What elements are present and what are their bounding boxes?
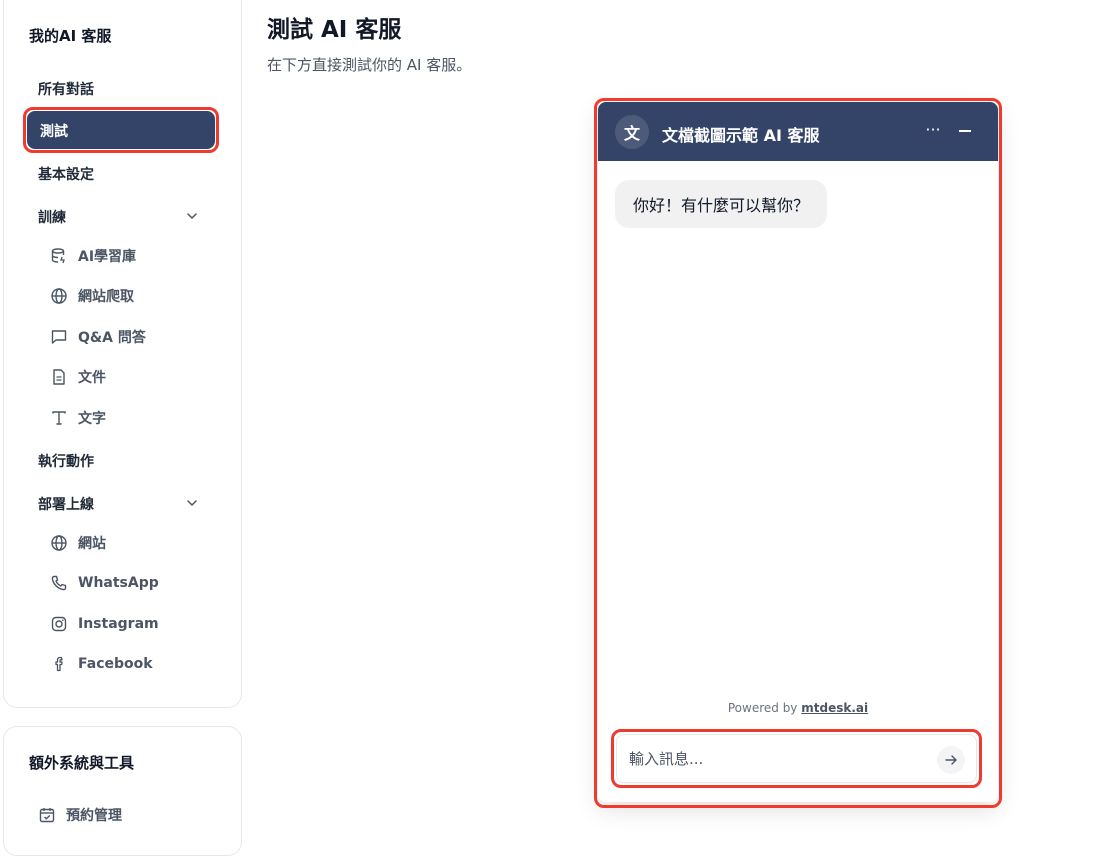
- sidebar-subitem-qa[interactable]: Q&A 問答: [50, 327, 146, 347]
- sidebar-item-all-conversations[interactable]: 所有對話: [38, 79, 94, 99]
- sidebar-subitem-label: Q&A 問答: [78, 330, 146, 346]
- sidebar-subitem-documents[interactable]: 文件: [50, 367, 106, 387]
- sidebar-subitem-instagram[interactable]: Instagram: [50, 614, 159, 634]
- extra-tools-title: 額外系統與工具: [29, 754, 135, 772]
- sidebar-subitem-facebook[interactable]: Facebook: [50, 654, 153, 674]
- sidebar-subitem-website[interactable]: 網站: [50, 533, 106, 553]
- sidebar-subitem-ai-library[interactable]: AI學習庫: [50, 246, 136, 266]
- sidebar-item-deploy[interactable]: 部署上線: [38, 494, 94, 514]
- phone-icon: [51, 575, 67, 591]
- sidebar-subitem-label: AI學習庫: [78, 249, 137, 265]
- database-icon: [51, 248, 65, 264]
- highlight-box: [611, 729, 982, 788]
- page-subtitle: 在下方直接測試你的 AI 客服。: [267, 56, 472, 74]
- extra-tools-card: 額外系統與工具: [3, 726, 242, 856]
- sidebar-subitem-label: 文件: [78, 370, 106, 386]
- sidebar-title: 我的AI 客服: [29, 27, 112, 45]
- sidebar-subitem-whatsapp[interactable]: WhatsApp: [50, 573, 159, 593]
- globe-icon: [51, 288, 67, 304]
- sidebar-subitem-label: WhatsApp: [78, 575, 159, 591]
- calendar-check-icon: [39, 808, 55, 823]
- sidebar-subitem-label: 網站爬取: [78, 289, 134, 305]
- facebook-icon: [55, 656, 63, 672]
- sidebar-item-booking[interactable]: 預約管理: [38, 805, 122, 825]
- sidebar-subitem-text[interactable]: 文字: [50, 408, 106, 428]
- page-title: 測試 AI 客服: [267, 17, 402, 43]
- sidebar-subitem-label: 網站: [78, 536, 106, 552]
- sidebar-item-label: 預約管理: [66, 808, 122, 824]
- document-icon: [53, 369, 65, 385]
- sidebar-item-training[interactable]: 訓練: [38, 207, 66, 227]
- highlight-box: [594, 98, 1002, 808]
- sidebar-subitem-crawl[interactable]: 網站爬取: [50, 286, 134, 306]
- highlight-box: [23, 107, 219, 153]
- sidebar-item-basic-settings[interactable]: 基本設定: [38, 164, 94, 184]
- instagram-icon: [51, 616, 67, 632]
- sidebar-subitem-label: 文字: [78, 411, 106, 427]
- sidebar-subitem-label: Instagram: [78, 616, 159, 632]
- sidebar-subitem-label: Facebook: [78, 656, 153, 672]
- chat-bubble-icon: [51, 330, 67, 344]
- globe-icon: [51, 535, 67, 551]
- sidebar-item-actions[interactable]: 執行動作: [38, 451, 94, 471]
- chevron-down-icon[interactable]: [186, 497, 198, 509]
- chevron-down-icon[interactable]: [186, 210, 198, 222]
- text-icon: [52, 411, 66, 425]
